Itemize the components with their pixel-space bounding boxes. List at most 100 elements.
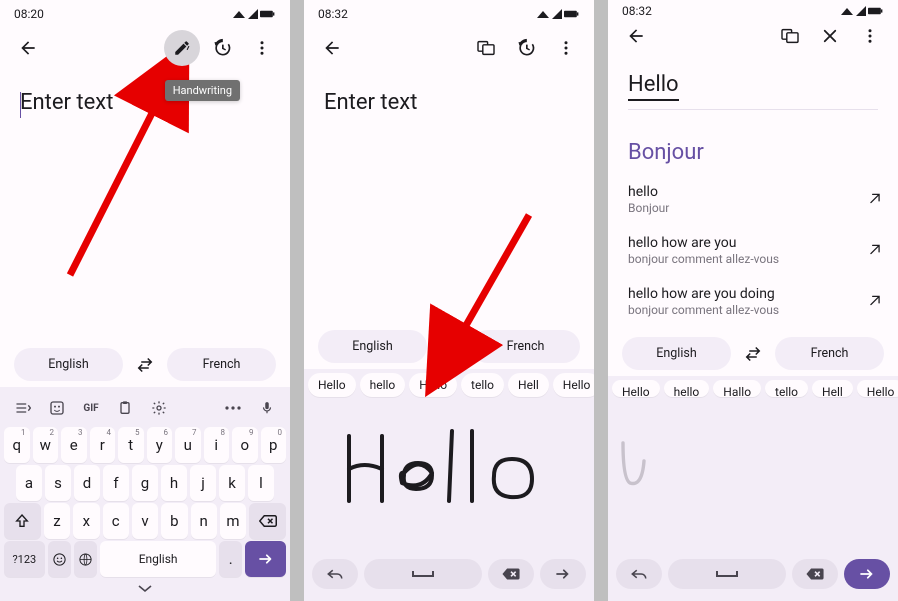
text-input-area[interactable]: Enter text (0, 72, 290, 115)
suggestion-chip[interactable]: Hello (553, 373, 594, 397)
key-v[interactable]: v (132, 503, 158, 539)
undo-button[interactable] (616, 559, 662, 589)
more-button[interactable] (852, 18, 888, 54)
insert-icon[interactable] (868, 190, 882, 209)
tool-more-icon[interactable] (218, 393, 248, 423)
key-a[interactable]: a (16, 465, 42, 501)
suggestion-chip[interactable]: tello (461, 373, 504, 397)
suggestion-chip[interactable]: Hello (308, 373, 356, 397)
text-input-area[interactable]: Enter text (304, 72, 594, 115)
key-backspace[interactable] (249, 503, 286, 539)
paste-button[interactable] (468, 30, 504, 66)
key-j[interactable]: j (190, 465, 216, 501)
target-language-chip[interactable]: French (471, 330, 580, 363)
suggestion-chip[interactable]: hello (360, 373, 406, 397)
key-p[interactable]: 0p (261, 427, 287, 463)
history-target: bonjour comment allez-vous (628, 303, 878, 317)
source-language-chip[interactable]: English (318, 330, 427, 363)
key-g[interactable]: g (132, 465, 158, 501)
key-e[interactable]: 3e (61, 427, 87, 463)
history-item[interactable]: hello how are you doing bonjour comment … (608, 276, 898, 327)
key-shift[interactable] (4, 503, 41, 539)
key-x[interactable]: x (73, 503, 99, 539)
suggestion-chip[interactable]: Hallo (713, 380, 761, 397)
key-m[interactable]: m (220, 503, 246, 539)
key-period[interactable]: . (219, 541, 242, 577)
go-button[interactable] (540, 559, 586, 589)
suggestion-chip[interactable]: Hallo (409, 373, 457, 397)
source-language-chip[interactable]: English (14, 348, 123, 381)
key-k[interactable]: k (219, 465, 245, 501)
handwriting-canvas[interactable] (608, 401, 898, 553)
swap-languages-button[interactable] (435, 333, 463, 361)
more-button[interactable] (548, 30, 584, 66)
history-item[interactable]: hello Bonjour (608, 174, 898, 225)
suggestion-chip[interactable]: Hello (612, 380, 660, 397)
keyboard-row-2: a s d f g h j k l (4, 465, 286, 501)
tool-sticker-icon[interactable] (42, 393, 72, 423)
top-bar: Handwriting (0, 24, 290, 72)
key-symbols[interactable]: ?123 (4, 541, 45, 577)
text-input-area[interactable]: Hello (608, 54, 898, 101)
key-r[interactable]: 4r (90, 427, 116, 463)
go-button[interactable] (844, 559, 890, 589)
handwriting-button[interactable] (164, 30, 200, 66)
insert-icon[interactable] (868, 241, 882, 260)
back-button[interactable] (10, 30, 46, 66)
keyboard-collapse[interactable] (4, 579, 286, 599)
key-o[interactable]: 9o (232, 427, 258, 463)
key-emoji[interactable] (48, 541, 71, 577)
source-language-chip[interactable]: English (622, 337, 731, 370)
back-button[interactable] (618, 18, 654, 54)
key-s[interactable]: s (45, 465, 71, 501)
key-t[interactable]: 5t (118, 427, 144, 463)
paste-button[interactable] (772, 18, 808, 54)
suggestion-chip[interactable]: hello (664, 380, 710, 397)
space-button[interactable] (668, 559, 786, 589)
key-h[interactable]: h (161, 465, 187, 501)
handwriting-canvas[interactable] (304, 401, 594, 553)
key-i[interactable]: 8i (204, 427, 230, 463)
tool-gif-icon[interactable]: GIF (76, 393, 106, 423)
key-w[interactable]: 2w (33, 427, 59, 463)
key-n[interactable]: n (191, 503, 217, 539)
tool-mic-icon[interactable] (252, 393, 282, 423)
swap-languages-button[interactable] (131, 351, 159, 379)
key-q[interactable]: 1q (4, 427, 30, 463)
more-button[interactable] (244, 30, 280, 66)
history-item[interactable]: hello how are you bonjour comment allez-… (608, 225, 898, 276)
history-button[interactable] (508, 30, 544, 66)
clear-button[interactable] (812, 18, 848, 54)
back-button[interactable] (314, 30, 350, 66)
suggestion-chip[interactable]: Hello (857, 380, 898, 397)
status-bar: 08:32 (608, 0, 898, 18)
key-u[interactable]: 7u (175, 427, 201, 463)
tool-clipboard-icon[interactable] (110, 393, 140, 423)
history-button[interactable] (204, 30, 240, 66)
key-l[interactable]: l (248, 465, 274, 501)
suggestion-chip[interactable]: tello (765, 380, 808, 397)
key-z[interactable]: z (44, 503, 70, 539)
suggestion-chip[interactable]: Hell (812, 380, 853, 397)
target-language-chip[interactable]: French (775, 337, 884, 370)
suggestion-chip[interactable]: Hell (508, 373, 549, 397)
key-c[interactable]: c (103, 503, 129, 539)
key-go[interactable] (245, 541, 286, 577)
tool-settings-icon[interactable] (144, 393, 174, 423)
tool-nav-icon[interactable] (8, 393, 38, 423)
delete-button[interactable] (488, 559, 534, 589)
key-b[interactable]: b (161, 503, 187, 539)
delete-button[interactable] (792, 559, 838, 589)
key-d[interactable]: d (74, 465, 100, 501)
input-placeholder: Enter text (324, 90, 574, 115)
target-language-chip[interactable]: French (167, 348, 276, 381)
swap-languages-button[interactable] (739, 340, 767, 368)
key-language[interactable] (74, 541, 97, 577)
key-space[interactable]: English (100, 541, 216, 577)
space-button[interactable] (364, 559, 482, 589)
history-source: hello (628, 184, 878, 200)
key-f[interactable]: f (103, 465, 129, 501)
undo-button[interactable] (312, 559, 358, 589)
key-y[interactable]: 6y (147, 427, 173, 463)
insert-icon[interactable] (868, 292, 882, 311)
